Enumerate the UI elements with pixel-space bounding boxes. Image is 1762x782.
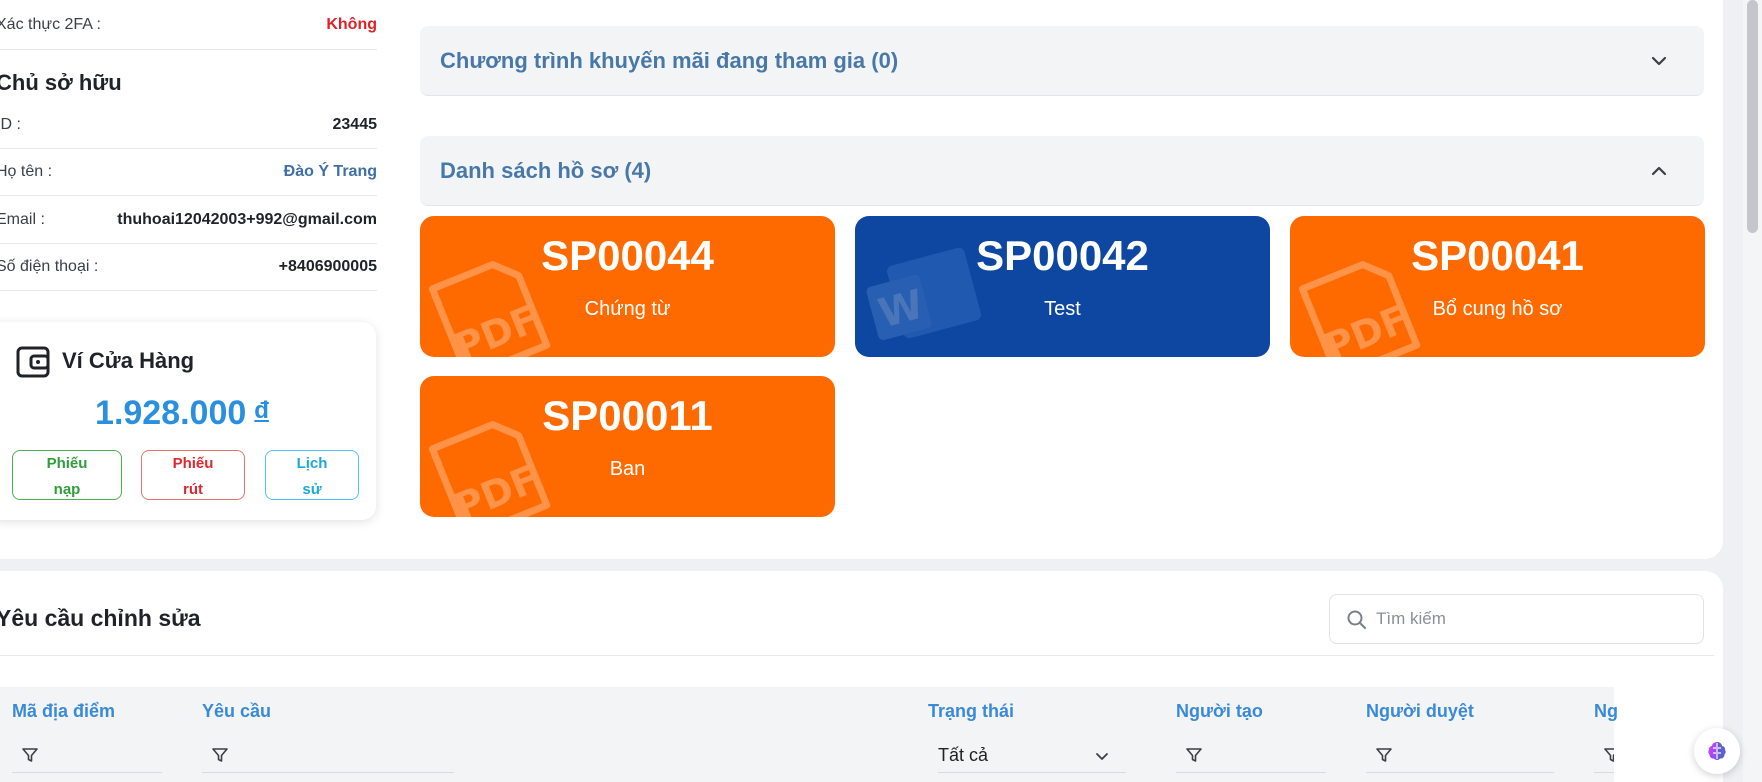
search-input[interactable] <box>1376 607 1686 631</box>
file-code: SP00011 <box>542 392 713 439</box>
file-code: SP00044 <box>541 232 714 279</box>
info-label: ID : <box>0 116 21 133</box>
shop-detail-panel: Xác thực 2FA : Không Chủ sở hữu ID : 234… <box>0 0 1723 559</box>
info-row-id: ID : 23445 <box>0 102 377 149</box>
column-header-status[interactable]: Trạng thái <box>928 701 1014 722</box>
wallet-currency: đ <box>254 397 269 424</box>
info-label: Họ tên : <box>0 163 53 180</box>
wallet-amount-value: 1.928.000 <box>95 394 247 432</box>
filter-approver[interactable] <box>1366 739 1554 773</box>
column-header-approver[interactable]: Người duyệt <box>1366 701 1474 722</box>
file-name: Bổ cung hồ sơ <box>1432 298 1563 320</box>
status-filter-value: Tất cả <box>938 745 989 765</box>
filter-icon <box>1376 748 1392 762</box>
file-card[interactable]: PDF SP00011 Ban <box>420 376 835 517</box>
brain-icon <box>1708 742 1726 760</box>
owner-name-link[interactable]: Đào Ý Trang <box>284 163 377 181</box>
info-label: Xác thực 2FA : <box>0 15 101 33</box>
chevron-down-icon <box>1651 56 1667 66</box>
info-value: +8406900005 <box>278 258 377 275</box>
search-box[interactable] <box>1329 594 1704 644</box>
column-header-creator[interactable]: Người tạo <box>1176 701 1263 722</box>
file-code: SP00041 <box>1411 232 1584 279</box>
info-label: Email : <box>0 210 45 228</box>
filter-truncated[interactable] <box>1594 739 1614 773</box>
owner-section-title: Chủ sở hữu <box>0 70 122 95</box>
button-label: Phiếu <box>172 455 214 472</box>
filter-icon <box>1604 748 1614 762</box>
info-value: 23445 <box>332 116 378 133</box>
withdraw-button[interactable]: Phiếu rút <box>141 450 245 500</box>
button-label: Phiếu <box>46 455 88 472</box>
files-title: Danh sách hồ sơ (4) <box>440 158 652 183</box>
file-card[interactable]: W SP00042 Test <box>855 216 1270 357</box>
info-value: Không <box>326 15 377 33</box>
table-header: Mã địa điểm Yêu cầu Trạng thái Người tạo… <box>0 687 1618 782</box>
deposit-button[interactable]: Phiếu nạp <box>12 450 122 500</box>
info-value: thuhoai12042003+992@gmail.com <box>117 210 377 228</box>
info-row-name: Họ tên : Đào Ý Trang <box>0 149 377 196</box>
filter-icon <box>22 748 38 762</box>
wallet-balance: 1.928.000 đ <box>0 394 376 433</box>
file-name: Test <box>1044 298 1081 320</box>
edit-requests-panel: Yêu cầu chỉnh sửa Mã địa điểm Yêu cầu Tr… <box>0 571 1723 782</box>
button-label: sử <box>302 481 322 498</box>
divider <box>0 655 1714 656</box>
file-card[interactable]: PDF SP00041 Bổ cung hồ sơ <box>1290 216 1705 357</box>
search-icon <box>1347 610 1366 629</box>
info-row-2fa: Xác thực 2FA : Không <box>0 0 377 50</box>
filter-request[interactable] <box>202 739 454 773</box>
file-name: Chứng từ <box>584 298 671 320</box>
status-filter-select[interactable]: Tất cả <box>938 739 1126 773</box>
history-button[interactable]: Lịch sử <box>265 450 359 500</box>
button-label: rút <box>183 481 203 498</box>
file-card[interactable]: PDF SP00044 Chứng từ <box>420 216 835 357</box>
files-accordion[interactable]: Danh sách hồ sơ (4) <box>420 136 1704 206</box>
chevron-down-icon <box>1096 753 1108 760</box>
column-header-truncated[interactable]: Ng <box>1594 701 1618 722</box>
promotions-accordion[interactable]: Chương trình khuyến mãi đang tham gia (0… <box>420 26 1704 96</box>
info-row-email: Email : thuhoai12042003+992@gmail.com <box>0 196 377 244</box>
filter-creator[interactable] <box>1176 739 1326 773</box>
wallet-icon <box>16 346 50 378</box>
file-code: SP00042 <box>976 232 1149 279</box>
column-header-request[interactable]: Yêu cầu <box>202 701 271 722</box>
filter-location-code[interactable] <box>12 739 162 773</box>
wallet-card: Ví Cửa Hàng 1.928.000 đ Phiếu nạp Phiếu r… <box>0 322 376 520</box>
edit-requests-title: Yêu cầu chỉnh sửa <box>0 605 201 631</box>
assistant-button[interactable] <box>1694 728 1740 774</box>
file-name: Ban <box>609 458 646 480</box>
promotions-title: Chương trình khuyến mãi đang tham gia (0… <box>440 48 899 73</box>
info-label: Số điện thoại : <box>0 258 99 275</box>
filter-icon <box>1186 748 1202 762</box>
column-header-location-code[interactable]: Mã địa điểm <box>12 701 115 722</box>
chevron-up-icon <box>1651 166 1667 176</box>
info-row-phone: Số điện thoại : +8406900005 <box>0 244 377 291</box>
scrollbar-thumb[interactable] <box>1747 0 1758 233</box>
button-label: Lịch <box>296 455 328 472</box>
wallet-title: Ví Cửa Hàng <box>62 348 195 373</box>
filter-icon <box>212 748 228 762</box>
button-label: nạp <box>53 481 81 498</box>
